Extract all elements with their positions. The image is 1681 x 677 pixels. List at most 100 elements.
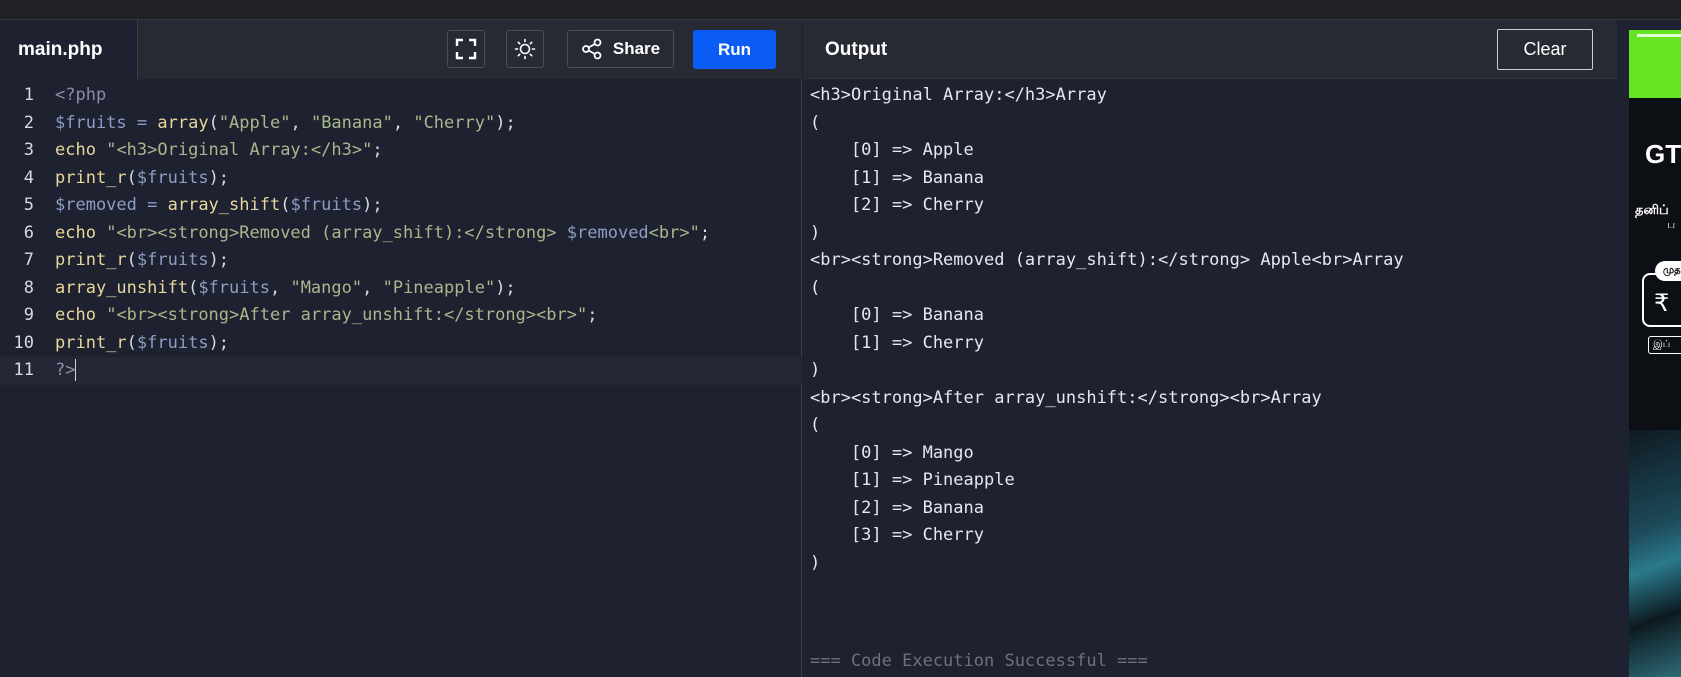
code-token: array_shift (167, 195, 281, 215)
code-token: = (136, 195, 168, 215)
code-editor[interactable]: 1 <?php 2 $fruits = array("Apple", "Banana"… (0, 82, 802, 385)
code-token: echo (55, 140, 96, 160)
code-token: $fruits (136, 167, 209, 188)
code-line[interactable]: 5 $removed = array_shift($fruits); (0, 192, 802, 220)
code-line[interactable]: 6 echo "<br><strong>Removed (array_shift)… (0, 220, 802, 248)
browser-top-strip (0, 0, 1681, 20)
code-token: array (157, 112, 209, 133)
output-line: <br><strong>After array_unshift:</strong… (810, 387, 1322, 408)
file-tab-main-php[interactable]: main.php (0, 20, 138, 80)
code-token: ); (208, 167, 230, 188)
code-token: "Pineapple" (382, 277, 496, 298)
code-token: = (126, 112, 158, 133)
code-token: ; (587, 305, 598, 325)
line-number: 8 (23, 277, 34, 298)
text-cursor (75, 359, 77, 381)
code-text: $fruits = array("Apple", "Banana", "Cher… (55, 110, 516, 138)
output-line: [0] => Apple (810, 140, 974, 160)
code-token: "Mango" (290, 277, 363, 298)
line-number: 3 (23, 140, 34, 160)
code-token: ); (208, 250, 230, 270)
code-token: ( (126, 167, 137, 188)
code-token: "<br><strong>Removed (array_shift):</str… (106, 222, 567, 243)
code-token: "Apple" (218, 112, 291, 133)
code-line[interactable]: 8 array_unshift($fruits, "Mango", "Pineap… (0, 275, 802, 303)
code-token: $fruits (198, 277, 270, 298)
code-token: <?php (55, 85, 107, 105)
output-line: <br><strong>Removed (array_shift):</stro… (810, 250, 1404, 270)
ad-price-box: ₹ (1642, 273, 1681, 327)
line-number: 10 (13, 332, 34, 353)
output-line: [1] => Banana (810, 167, 984, 188)
fullscreen-button[interactable] (447, 30, 485, 68)
code-token: ( (280, 195, 291, 215)
editor-pane: main.php Share Run 1 <?php 2 $fruits = a… (0, 20, 802, 677)
compiler-app: main.php Share Run 1 <?php 2 $fruits = a… (0, 20, 1617, 677)
code-token: ; (699, 222, 711, 243)
ad-pill: முத (1655, 261, 1681, 281)
clear-button[interactable]: Clear (1497, 29, 1593, 70)
code-token: ( (126, 250, 137, 270)
ad-green-banner (1629, 30, 1681, 98)
share-button[interactable]: Share (567, 30, 674, 68)
advertisement-panel[interactable]: GT தனிப் ப ₹ முத இப் (1617, 20, 1681, 677)
ad-small-text: இப் (1648, 336, 1681, 354)
output-line: [3] => Cherry (810, 525, 984, 545)
code-token: , (362, 277, 383, 298)
output-console: <h3>Original Array:</h3>Array ( [0] => Ap… (810, 82, 1404, 577)
output-line: ( (810, 277, 821, 298)
code-text: print_r($fruits); (55, 330, 229, 358)
ad-card[interactable]: GT தனிப் ப ₹ முத இப் (1629, 30, 1681, 677)
code-token: "<h3>Original Array:</h3>" (106, 140, 373, 160)
output-title: Output (825, 39, 888, 60)
code-token: echo (55, 222, 96, 243)
code-text: echo "<br><strong>Removed (array_shift):… (55, 220, 710, 248)
code-text: print_r($fruits); (55, 247, 229, 275)
code-token: $removed (55, 195, 137, 215)
code-token: $fruits (290, 195, 363, 215)
output-line: ) (810, 552, 821, 573)
ad-price-symbol: ₹ (1654, 290, 1670, 317)
fullscreen-icon (455, 38, 477, 60)
code-token: ( (126, 332, 137, 353)
code-line[interactable]: 2 $fruits = array("Apple", "Banana", "Che… (0, 110, 802, 138)
code-line[interactable]: 4 print_r($fruits); (0, 165, 802, 193)
output-line: <h3>Original Array:</h3>Array (810, 85, 1107, 105)
code-token: print_r (55, 332, 127, 353)
code-token: ( (188, 277, 199, 298)
code-line[interactable]: 10 print_r($fruits); (0, 330, 802, 358)
code-text: echo "<h3>Original Array:</h3>"; (55, 137, 383, 165)
output-line: [0] => Banana (810, 305, 984, 325)
line-number: 11 (13, 360, 34, 380)
code-token: ); (362, 195, 383, 215)
sun-icon (514, 38, 536, 60)
ad-headline: தனிப் (1635, 202, 1669, 217)
output-line: [2] => Cherry (810, 195, 984, 215)
code-token: ; (372, 140, 383, 160)
code-token: $fruits (136, 250, 209, 270)
code-line[interactable]: 3 echo "<h3>Original Array:</h3>"; (0, 137, 802, 165)
code-token: , (290, 112, 311, 133)
code-token: ); (495, 277, 516, 298)
line-number: 4 (23, 167, 34, 188)
output-line: [0] => Mango (810, 442, 974, 463)
output-line: [1] => Cherry (810, 332, 984, 353)
code-line[interactable]: 11 ?> (0, 357, 802, 385)
code-token: $removed (566, 222, 649, 243)
code-token: ); (208, 332, 230, 353)
code-text: ?> (55, 357, 77, 385)
code-line[interactable]: 7 print_r($fruits); (0, 247, 802, 275)
code-line[interactable]: 9 echo "<br><strong>After array_unshift:<… (0, 302, 802, 330)
share-icon (581, 38, 602, 60)
line-number: 6 (23, 222, 34, 243)
run-button[interactable]: Run (693, 30, 776, 69)
code-token: array_unshift (55, 277, 189, 298)
theme-toggle-button[interactable] (506, 30, 544, 68)
code-line[interactable]: 1 <?php (0, 82, 802, 110)
line-number: 7 (23, 250, 34, 270)
execution-status: === Code Execution Successful === (810, 651, 1148, 671)
code-token: ); (495, 112, 516, 133)
code-token: $fruits (136, 332, 209, 353)
code-token: ( (208, 112, 219, 133)
